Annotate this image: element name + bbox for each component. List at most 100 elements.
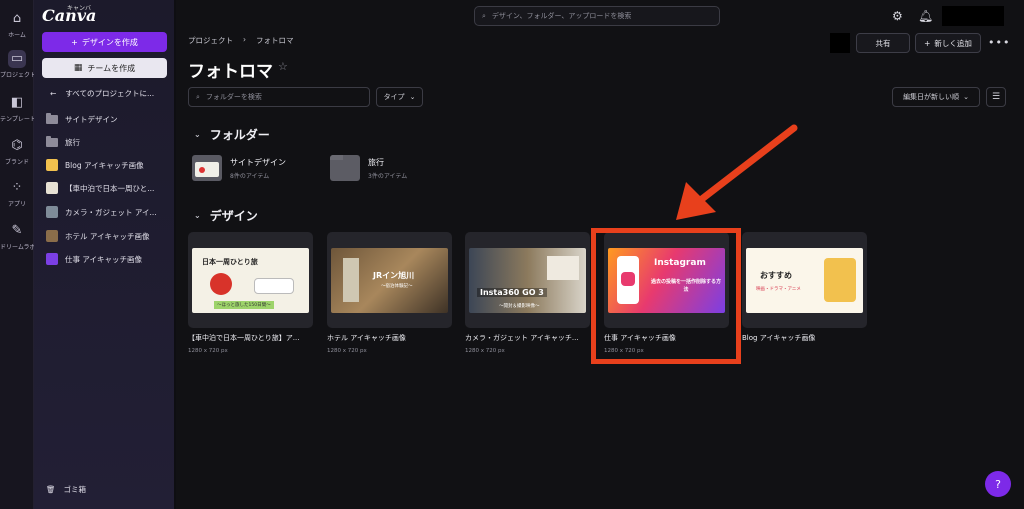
design-thumbnail-icon bbox=[46, 182, 58, 194]
folder-count: 8件のアイテム bbox=[230, 172, 270, 180]
design-card[interactable]: Insta360 GO 3 〜開封＆撮影映像〜 カメラ・ガジェット アイキャッチ… bbox=[465, 232, 590, 354]
design-size: 1280 x 720 px bbox=[465, 348, 505, 354]
sidebar-item-folder[interactable]: サイトデザイン bbox=[46, 111, 171, 127]
breadcrumb-item[interactable]: フォトロマ bbox=[256, 35, 294, 46]
folder-count: 3件のアイテム bbox=[368, 172, 408, 180]
design-title[interactable]: 【車中泊で日本一周ひとり旅】ア... bbox=[188, 333, 310, 343]
sidebar-item-label: 【車中泊で日本一周ひと... bbox=[65, 183, 155, 193]
design-thumb-subtext: 〜宿泊体験記〜 bbox=[381, 283, 413, 289]
more-options-icon[interactable]: ••• bbox=[988, 36, 1010, 49]
design-title[interactable]: カメラ・ガジェット アイキャッチ... bbox=[465, 333, 587, 343]
create-team-button[interactable]: ▦ チームを作成 bbox=[42, 58, 167, 78]
design-thumb-text: JRイン旭川 bbox=[373, 270, 415, 280]
design-title[interactable]: Blog アイキャッチ画像 bbox=[742, 333, 864, 343]
sidebar-item-design[interactable]: 【車中泊で日本一周ひと... bbox=[46, 180, 171, 196]
design-thumbnail-icon bbox=[46, 253, 58, 265]
chevron-right-icon: › bbox=[243, 35, 246, 44]
design-card[interactable]: 日本一周ひとり旅 〜ほっと旅した150日間〜 【車中泊で日本一周ひとり旅】ア..… bbox=[188, 232, 313, 354]
share-button[interactable]: 共有 bbox=[856, 33, 910, 53]
design-card[interactable]: JRイン旭川 〜宿泊体験記〜 ホテル アイキャッチ画像 1280 x 720 p… bbox=[327, 232, 452, 354]
sidebar-item-folder[interactable]: 旅行 bbox=[46, 134, 171, 150]
sidebar-item-design[interactable]: Blog アイキャッチ画像 bbox=[46, 157, 171, 173]
sidebar-item-design[interactable]: 仕事 アイキャッチ画像 bbox=[46, 251, 171, 267]
create-design-button[interactable]: + デザインを作成 bbox=[42, 32, 167, 52]
design-thumbnail[interactable]: 日本一周ひとり旅 〜ほっと旅した150日間〜 bbox=[188, 232, 313, 328]
design-thumb-text: 日本一周ひとり旅 bbox=[202, 257, 258, 266]
folder-card[interactable]: 旅行 3件のアイテム bbox=[330, 155, 407, 181]
sidebar-item-label: カメラ・ガジェット アイ... bbox=[65, 207, 157, 217]
folder-thumbnail bbox=[192, 155, 222, 181]
design-thumbnail[interactable]: おすすめ 映画・ドラマ・アニメ bbox=[742, 232, 867, 328]
search-icon: ⌕ bbox=[482, 11, 486, 20]
section-title: フォルダー bbox=[209, 128, 270, 142]
team-icon: ▦ bbox=[73, 63, 83, 73]
annotation-arrow-icon bbox=[676, 124, 798, 220]
folders-section-header[interactable]: ⌄ フォルダー bbox=[194, 126, 270, 143]
rail-label: ホーム bbox=[8, 32, 26, 39]
folder-name: 旅行 bbox=[368, 157, 384, 167]
rail-templates[interactable]: ◧ テンプレート bbox=[0, 94, 34, 123]
dream-lab-icon: ✎ bbox=[11, 223, 23, 238]
breadcrumb: プロジェクト › フォトロマ bbox=[188, 35, 294, 46]
folder-card[interactable]: サイトデザイン 8件のアイテム bbox=[192, 155, 286, 181]
create-design-label: デザインを作成 bbox=[81, 37, 138, 47]
rail-label: ブランド bbox=[4, 159, 29, 166]
sidebar-item-label: ホテル アイキャッチ画像 bbox=[65, 231, 150, 241]
bell-icon[interactable]: 🔔︎ bbox=[918, 9, 933, 23]
breadcrumb-item[interactable]: プロジェクト bbox=[188, 35, 233, 46]
design-thumb-text: おすすめ bbox=[760, 270, 792, 280]
global-search-input[interactable]: ⌕ デザイン、フォルダー、アップロードを検索 bbox=[474, 6, 720, 26]
search-placeholder: デザイン、フォルダー、アップロードを検索 bbox=[491, 12, 632, 20]
designs-section-header[interactable]: ⌄ デザイン bbox=[194, 207, 258, 224]
account-area[interactable] bbox=[942, 6, 1004, 26]
arrow-left-icon: ← bbox=[50, 89, 57, 98]
section-title: デザイン bbox=[209, 209, 258, 223]
rail-home[interactable]: ⌂ ホーム bbox=[0, 10, 34, 39]
plus-icon: + bbox=[924, 38, 931, 48]
chevron-down-icon: ⌄ bbox=[963, 93, 969, 101]
logo-kana: キャンバ bbox=[67, 5, 92, 12]
rail-label: プロジェクト bbox=[0, 72, 34, 79]
chevron-down-icon: ⌄ bbox=[194, 211, 201, 220]
sort-dropdown[interactable]: 編集日が新しい順 ⌄ bbox=[892, 87, 980, 107]
list-view-toggle[interactable]: ☰ bbox=[986, 87, 1006, 107]
design-card[interactable]: おすすめ 映画・ドラマ・アニメ Blog アイキャッチ画像 bbox=[742, 232, 867, 348]
projects-sidebar: Canva キャンバ + デザインを作成 ▦ チームを作成 ← すべてのプロジェ… bbox=[34, 0, 174, 509]
sidebar-item-label: Blog アイキャッチ画像 bbox=[65, 160, 144, 170]
design-thumb-subtext: 映画・ドラマ・アニメ bbox=[756, 286, 801, 292]
folder-icon bbox=[46, 112, 58, 124]
folder-icon bbox=[330, 155, 360, 181]
design-thumbnail[interactable]: Insta360 GO 3 〜開封＆撮影映像〜 bbox=[465, 232, 590, 328]
trash-link[interactable]: 🗑 ゴミ箱 bbox=[46, 484, 86, 495]
add-new-button[interactable]: + 新しく追加 bbox=[915, 33, 981, 53]
design-thumbnail[interactable]: JRイン旭川 〜宿泊体験記〜 bbox=[327, 232, 452, 328]
plus-icon: + bbox=[71, 37, 78, 47]
design-preview-image: JRイン旭川 〜宿泊体験記〜 bbox=[331, 247, 448, 313]
sidebar-item-label: 仕事 アイキャッチ画像 bbox=[65, 254, 143, 264]
sidebar-item-design[interactable]: ホテル アイキャッチ画像 bbox=[46, 228, 171, 244]
design-preview-image: 日本一周ひとり旅 〜ほっと旅した150日間〜 bbox=[192, 247, 309, 313]
icon-rail: ⌂ ホーム ▭ プロジェクト ◧ テンプレート ⌬ ブランド ⁘ アプリ ✎ ド… bbox=[0, 0, 34, 509]
trash-label: ゴミ箱 bbox=[63, 485, 87, 494]
add-new-label: 新しく追加 bbox=[934, 38, 972, 48]
search-icon: ⌕ bbox=[196, 92, 200, 101]
sort-label: 編集日が新しい順 bbox=[903, 93, 960, 101]
rail-apps[interactable]: ⁘ アプリ bbox=[0, 179, 34, 208]
design-title[interactable]: ホテル アイキャッチ画像 bbox=[327, 333, 449, 343]
rail-projects[interactable]: ▭ プロジェクト bbox=[0, 50, 34, 79]
back-to-projects-link[interactable]: ← すべてのプロジェクトに... bbox=[50, 88, 154, 99]
rail-dream-lab[interactable]: ✎ ドリームラボ bbox=[0, 222, 34, 251]
apps-icon: ⁘ bbox=[11, 180, 23, 195]
rail-brand[interactable]: ⌬ ブランド bbox=[0, 137, 34, 166]
sidebar-item-label: 旅行 bbox=[65, 137, 80, 147]
folder-name: サイトデザイン bbox=[230, 157, 286, 167]
star-icon[interactable]: ☆ bbox=[278, 60, 288, 73]
help-button[interactable]: ? bbox=[985, 471, 1011, 497]
sidebar-item-design[interactable]: カメラ・ガジェット アイ... bbox=[46, 204, 171, 220]
collaborator-avatar[interactable] bbox=[830, 33, 850, 53]
gear-icon[interactable]: ⚙ bbox=[892, 9, 903, 23]
folder-search-placeholder: フォルダーを検索 bbox=[205, 93, 262, 101]
folder-search-input[interactable]: ⌕ フォルダーを検索 bbox=[188, 87, 370, 107]
type-filter-dropdown[interactable]: タイプ ⌄ bbox=[376, 87, 423, 107]
design-thumb-text: Insta360 GO 3 bbox=[477, 287, 547, 297]
